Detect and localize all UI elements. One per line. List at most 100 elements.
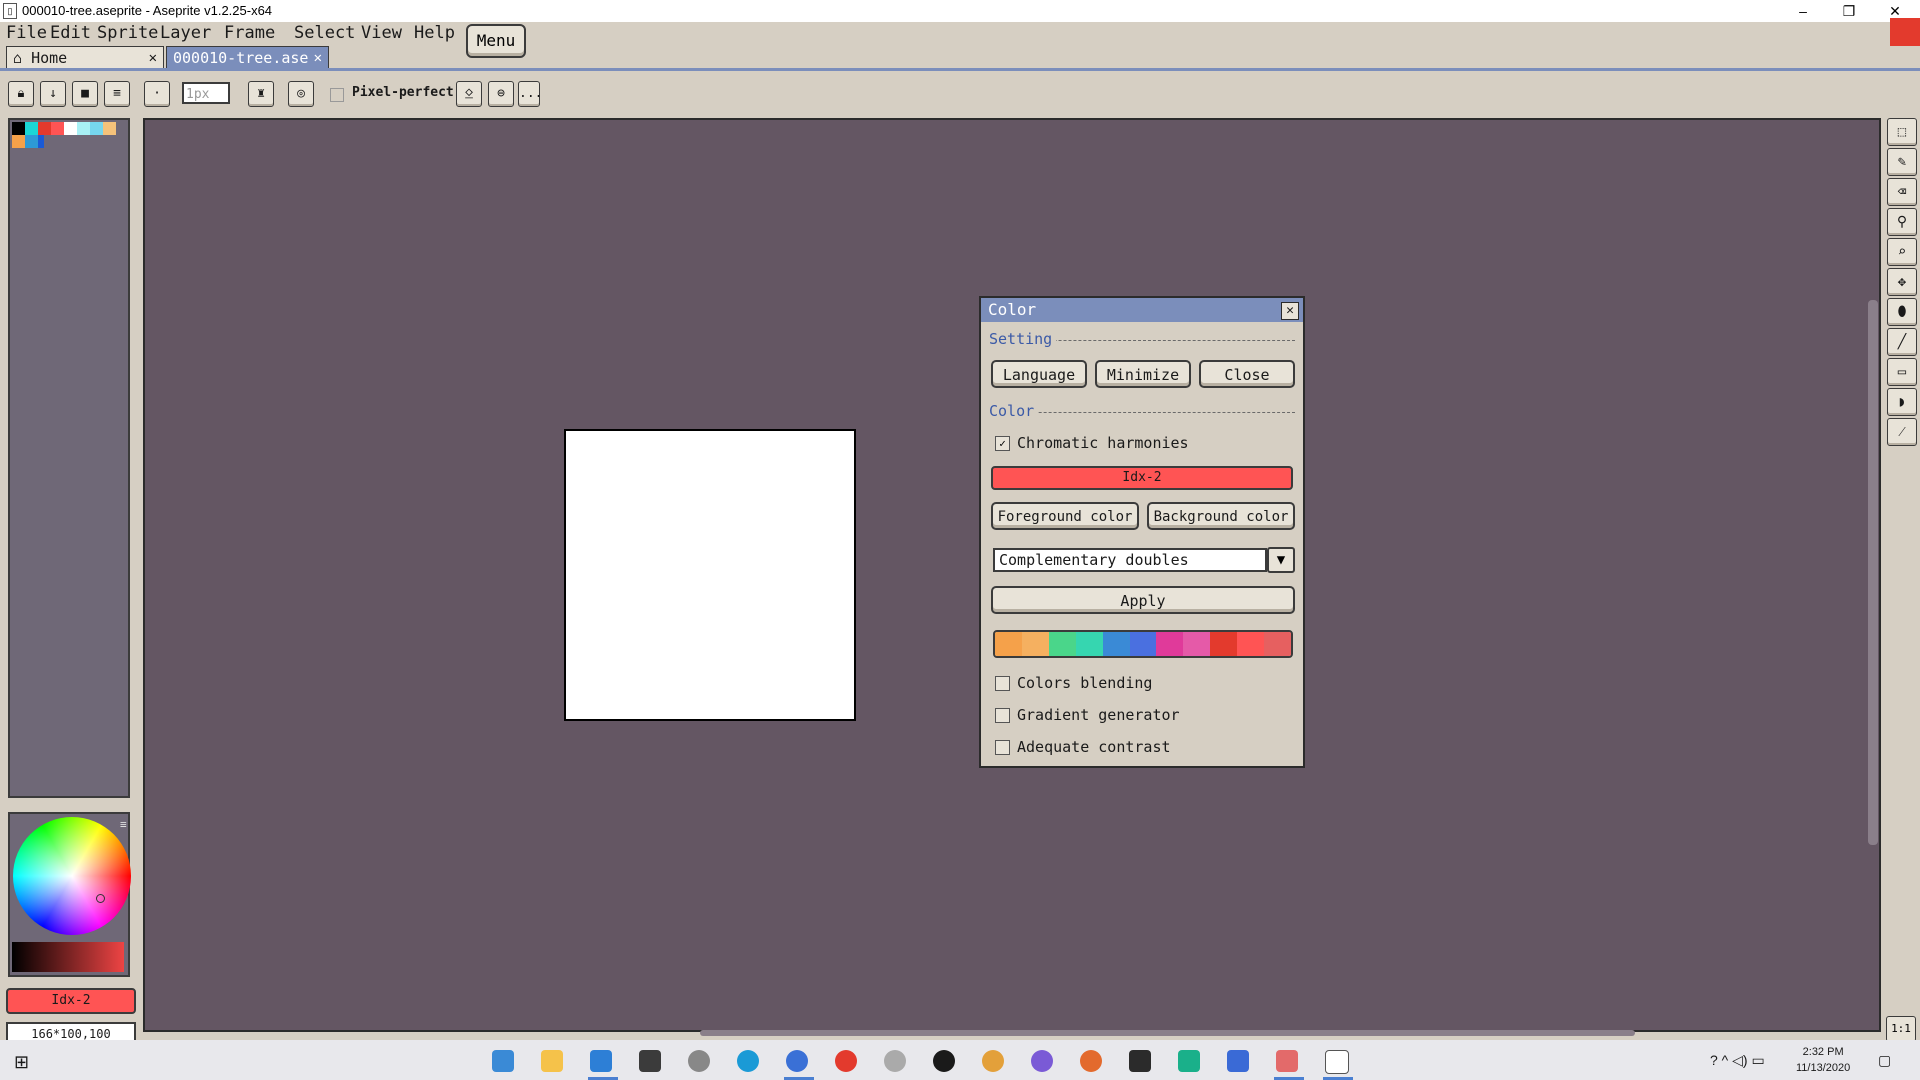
terminal-icon[interactable] xyxy=(1129,1050,1151,1072)
opacity-icon[interactable]: ◎ xyxy=(288,81,314,107)
zoom-tool-icon[interactable]: ⌕ xyxy=(1887,238,1917,266)
line-tool-icon[interactable]: ╱ xyxy=(1887,328,1917,356)
background-color-button[interactable]: Background color xyxy=(1147,502,1295,530)
close-tab-icon[interactable]: ✕ xyxy=(314,47,322,69)
menu-sprite[interactable]: Sprite xyxy=(97,23,158,43)
foreground-color-button[interactable]: Idx-2 xyxy=(6,988,136,1014)
menu-layer[interactable]: Layer xyxy=(160,23,211,43)
app-icon[interactable] xyxy=(492,1050,514,1072)
chrome-icon[interactable] xyxy=(982,1050,1004,1072)
contour-tool-icon[interactable]: ◗ xyxy=(1887,388,1917,416)
selected-color-index[interactable]: Idx-2 xyxy=(991,466,1293,490)
edge-icon[interactable] xyxy=(737,1050,759,1072)
palette-swatch[interactable] xyxy=(38,122,51,135)
menu-edit[interactable]: Edit xyxy=(50,23,91,43)
chromatic-harmonies-checkbox[interactable]: ✓ xyxy=(995,436,1010,451)
aseprite-icon[interactable] xyxy=(1276,1050,1298,1072)
tab-document[interactable]: 000010-tree.ase ✕ xyxy=(166,46,329,69)
vertical-scrollbar[interactable] xyxy=(1868,300,1878,845)
maximize-window-button[interactable]: ❐ xyxy=(1826,0,1872,22)
palette-swatch[interactable] xyxy=(64,122,77,135)
app-icon[interactable] xyxy=(884,1050,906,1072)
fill-tool-icon[interactable]: ⬮ xyxy=(1887,298,1917,326)
palette-swatch[interactable] xyxy=(25,135,38,148)
apply-button[interactable]: Apply xyxy=(991,586,1295,614)
chrome-icon[interactable] xyxy=(835,1050,857,1072)
shade-bar[interactable] xyxy=(12,942,124,972)
palette-swatch[interactable] xyxy=(25,122,38,135)
menu-view[interactable]: View xyxy=(361,23,402,43)
more-options-button[interactable]: ... xyxy=(518,81,542,107)
notification-flag-icon[interactable] xyxy=(1890,18,1920,46)
system-tray-icons[interactable]: ? ^ ◁) ▭ xyxy=(1710,1052,1765,1069)
palette-swatch[interactable] xyxy=(51,122,64,135)
minimize-button[interactable]: Minimize xyxy=(1095,360,1191,388)
color-wheel[interactable] xyxy=(13,817,131,935)
eraser-tool-icon[interactable]: ⌫ xyxy=(1887,178,1917,206)
rectangle-tool-icon[interactable]: ▭ xyxy=(1887,358,1917,386)
colors-blending-checkbox[interactable] xyxy=(995,676,1010,691)
color-wheel-cursor[interactable] xyxy=(96,894,105,903)
eyedropper-tool-icon[interactable]: ⚲ xyxy=(1887,208,1917,236)
harmony-swatch[interactable] xyxy=(1183,632,1211,656)
harmony-swatch[interactable] xyxy=(1129,632,1157,656)
minimize-window-button[interactable]: – xyxy=(1780,0,1826,22)
menu-select[interactable]: Select xyxy=(294,23,355,43)
windows-start-icon[interactable]: ⊞ xyxy=(14,1052,29,1073)
marquee-tool-icon[interactable]: ⬚ xyxy=(1887,118,1917,146)
app-icon[interactable] xyxy=(1031,1050,1053,1072)
harmony-swatch[interactable] xyxy=(1156,632,1184,656)
close-button[interactable]: Close xyxy=(1199,360,1295,388)
chevron-down-icon[interactable]: ▼ xyxy=(1267,547,1295,573)
app-icon[interactable] xyxy=(933,1050,955,1072)
palette-swatch[interactable] xyxy=(90,122,103,135)
harmony-swatch[interactable] xyxy=(1237,632,1265,656)
vscode-icon[interactable] xyxy=(590,1050,612,1072)
menu-frame[interactable]: Frame xyxy=(224,23,275,43)
harmony-swatch[interactable] xyxy=(1048,632,1076,656)
palette-swatch[interactable] xyxy=(12,135,25,148)
dynamics-icon[interactable]: ⊜ xyxy=(488,81,514,107)
close-dialog-icon[interactable]: ✕ xyxy=(1281,302,1299,320)
horizontal-scrollbar[interactable] xyxy=(700,1030,1635,1036)
sprite-canvas[interactable] xyxy=(564,429,856,721)
harmony-swatch[interactable] xyxy=(1102,632,1130,656)
palette-swatch[interactable] xyxy=(77,122,90,135)
app-icon[interactable] xyxy=(639,1050,661,1072)
harmony-swatch[interactable] xyxy=(995,632,1022,656)
pencil-tool-icon[interactable]: ✎ xyxy=(1887,148,1917,176)
pixel-perfect-checkbox[interactable] xyxy=(330,88,344,102)
palette-swatch[interactable] xyxy=(103,122,116,135)
tab-home[interactable]: ⌂ Home ✕ xyxy=(6,46,164,69)
language-button[interactable]: Language xyxy=(991,360,1087,388)
file-explorer-icon[interactable] xyxy=(541,1050,563,1072)
notification-icon[interactable]: ▢ xyxy=(1878,1052,1891,1069)
adequate-contrast-checkbox[interactable] xyxy=(995,740,1010,755)
zoom-reset-button[interactable]: 1:1 xyxy=(1886,1016,1916,1042)
harmony-swatch[interactable] xyxy=(1264,632,1291,656)
app-icon[interactable] xyxy=(1227,1050,1249,1072)
panel-options-icon[interactable]: ≡ xyxy=(120,818,127,831)
app-icon[interactable] xyxy=(688,1050,710,1072)
square-brush-icon[interactable]: ■ xyxy=(72,81,98,107)
harmony-swatch[interactable] xyxy=(1210,632,1238,656)
app-icon[interactable] xyxy=(1178,1050,1200,1072)
lock-icon[interactable]: 🔒︎ xyxy=(8,81,34,107)
harmony-swatch[interactable] xyxy=(1021,632,1049,656)
blur-tool-icon[interactable]: ⁄ xyxy=(1887,418,1917,446)
app-icon[interactable] xyxy=(1325,1050,1349,1074)
close-tab-icon[interactable]: ✕ xyxy=(149,47,157,69)
gradient-generator-checkbox[interactable] xyxy=(995,708,1010,723)
menu-file[interactable]: File xyxy=(6,23,47,43)
clock[interactable]: 2:32 PM 11/13/2020 xyxy=(1796,1044,1850,1076)
brush-size-input[interactable]: 1px xyxy=(182,82,230,104)
ink-icon[interactable]: ♜ xyxy=(248,81,274,107)
harmony-type-select[interactable]: Complementary doubles xyxy=(993,548,1267,572)
harmony-color-strip[interactable] xyxy=(993,630,1293,658)
foreground-color-button[interactable]: Foreground color xyxy=(991,502,1139,530)
download-icon[interactable]: ↓ xyxy=(40,81,66,107)
firefox-icon[interactable] xyxy=(1080,1050,1102,1072)
harmony-swatch[interactable] xyxy=(1075,632,1103,656)
firefox-icon[interactable] xyxy=(786,1050,808,1072)
brush-preview-icon[interactable]: · xyxy=(144,81,170,107)
